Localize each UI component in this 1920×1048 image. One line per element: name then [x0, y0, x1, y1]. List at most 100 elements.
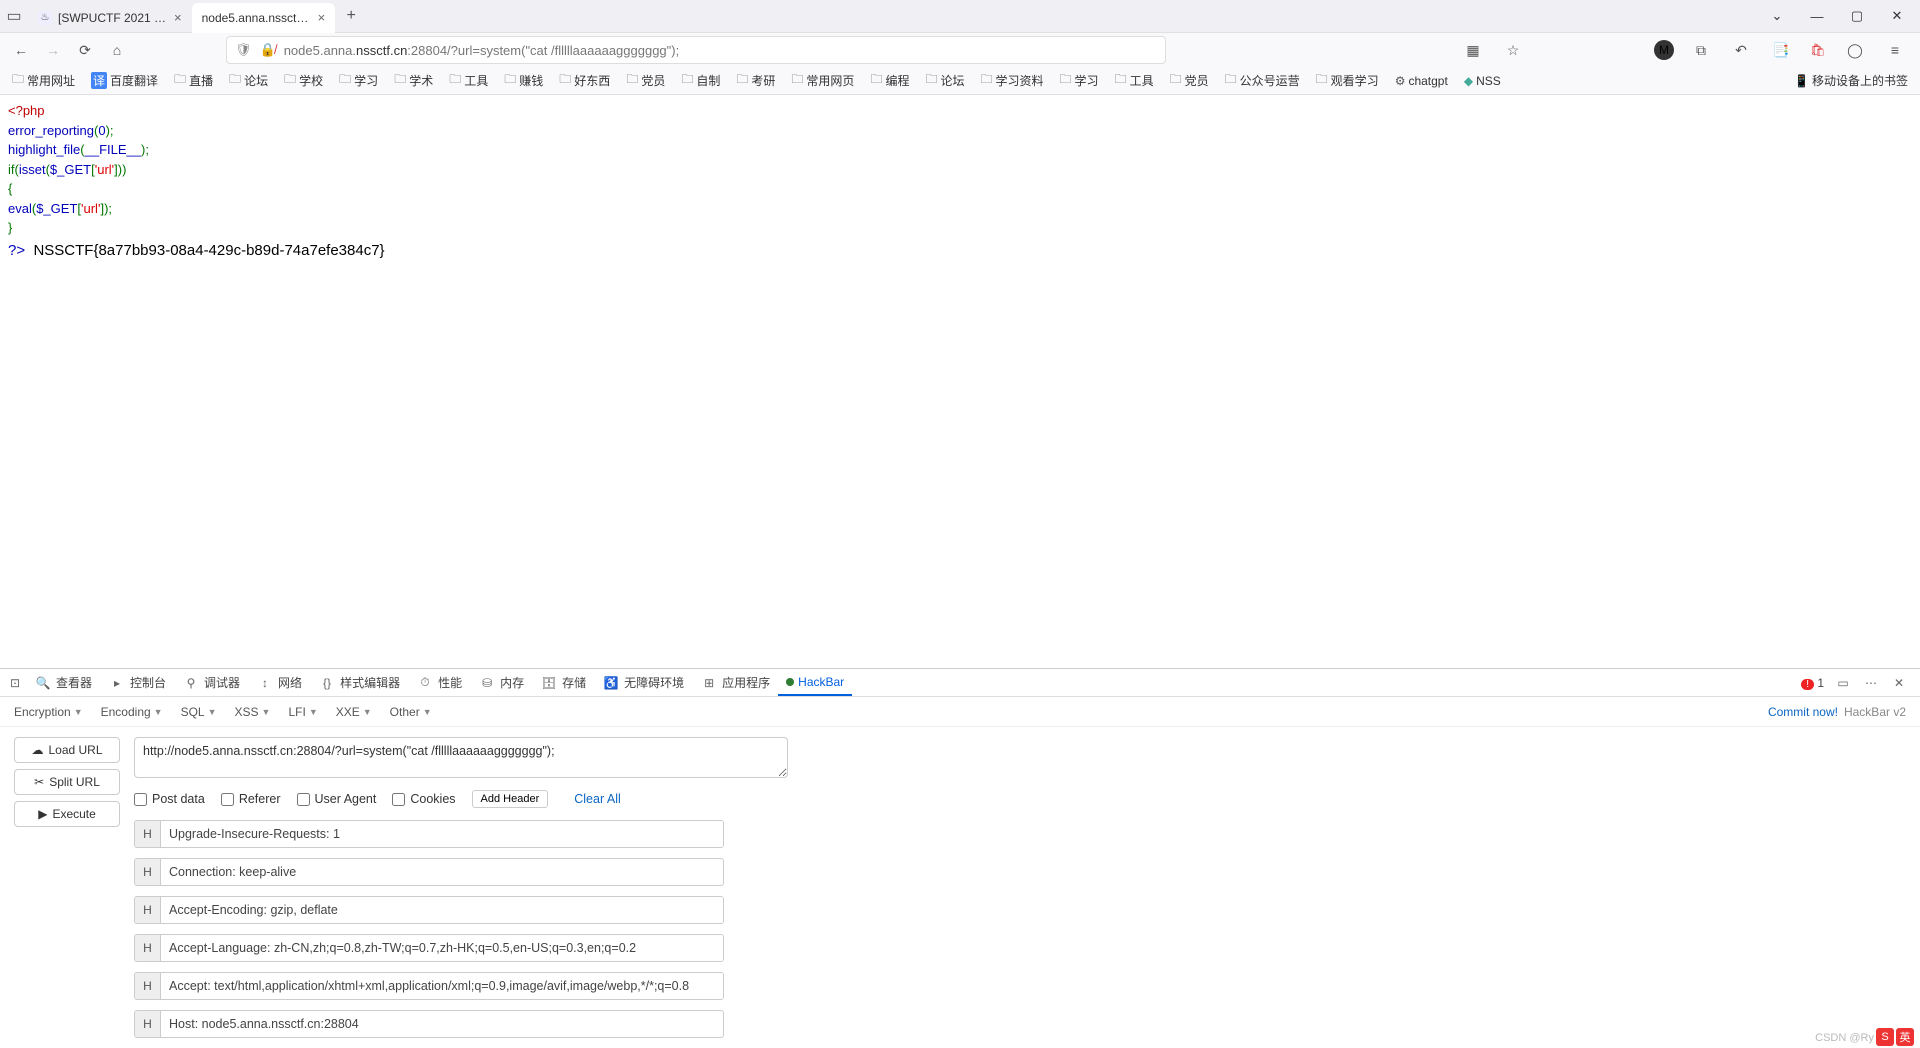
bookmark-item[interactable]: 🗀学习资料	[977, 68, 1048, 93]
folder-icon: 🗀	[626, 70, 638, 91]
ime-b[interactable]: 英	[1896, 1028, 1914, 1046]
bookmark-item[interactable]: 🗀党员	[1166, 68, 1213, 93]
undo-icon[interactable]: ↶	[1728, 37, 1754, 63]
new-tab-button[interactable]: +	[339, 7, 363, 25]
load-url-button[interactable]: ☁Load URL	[14, 737, 120, 763]
close-devtools-icon[interactable]: ✕	[1890, 676, 1908, 690]
responsive-icon[interactable]: ▭	[1834, 676, 1852, 690]
circle-icon[interactable]: ◯	[1842, 37, 1868, 63]
ext-bag-icon[interactable]: 🛍	[1808, 40, 1828, 60]
devtools-tab-无障碍环境[interactable]: ♿无障碍环境	[594, 669, 692, 696]
header-input[interactable]	[161, 1011, 723, 1037]
error-badge[interactable]: ! 1	[1801, 676, 1824, 690]
commit-link[interactable]: Commit now!	[1768, 705, 1838, 719]
clip-icon[interactable]: 📑	[1768, 37, 1794, 63]
header-input[interactable]	[161, 859, 723, 885]
inspect-icon[interactable]: ⊡	[6, 676, 24, 690]
header-input[interactable]	[161, 935, 723, 961]
bookmarks-right[interactable]: 📱 移动设备上的书签	[1790, 70, 1912, 91]
bookmark-item[interactable]: 🗀直播	[170, 68, 217, 93]
browser-tab-1[interactable]: node5.anna.nssctf.cn:28804/?url= ×	[192, 3, 336, 33]
close-icon[interactable]: ×	[318, 10, 326, 25]
bookmark-item[interactable]: 🗀好东西	[555, 68, 614, 93]
bookmark-star-icon[interactable]: ☆	[1500, 37, 1526, 63]
more-icon[interactable]: ⋯	[1862, 676, 1880, 690]
puzzle-icon[interactable]: ⧉	[1688, 37, 1714, 63]
hb-tool-xss[interactable]: XSS▼	[235, 705, 271, 719]
bookmark-item[interactable]: 🗀学术	[390, 68, 437, 93]
header-input[interactable]	[161, 973, 723, 999]
hb-tool-xxe[interactable]: XXE▼	[336, 705, 372, 719]
devtools-tab-调试器[interactable]: ⚲调试器	[174, 669, 248, 696]
bookmark-item[interactable]: ⚙chatgpt	[1391, 68, 1452, 93]
header-input[interactable]	[161, 897, 723, 923]
devtools-tab-样式编辑器[interactable]: {}样式编辑器	[310, 669, 408, 696]
bookmark-item[interactable]: 🗀论坛	[921, 68, 968, 93]
reload-button[interactable]: ⟳	[72, 37, 98, 63]
hb-tool-other[interactable]: Other▼	[390, 705, 432, 719]
devtools-tab-内存[interactable]: ⛁内存	[470, 669, 532, 696]
url-input[interactable]: http://node5.anna.nssctf.cn:28804/?url=s…	[134, 737, 788, 778]
hackbar-toolbar: Encryption▼ Encoding▼ SQL▼ XSS▼ LFI▼ XXE▼ Othe…	[0, 697, 1920, 727]
bookmark-item[interactable]: 🗀观看学习	[1312, 68, 1383, 93]
devtools-tab-控制台[interactable]: ▸控制台	[100, 669, 174, 696]
folder-icon: 🗀	[1316, 70, 1328, 91]
bookmark-item[interactable]: 🗀学习	[1056, 68, 1103, 93]
ext-m-icon[interactable]: M	[1654, 40, 1674, 60]
execute-button[interactable]: ▶Execute	[14, 801, 120, 827]
bookmark-item[interactable]: 🗀考研	[732, 68, 779, 93]
lock-icon[interactable]: 🔒̸	[260, 42, 276, 58]
devtools-tab-网络[interactable]: ↕网络	[248, 669, 310, 696]
checkbox[interactable]	[297, 793, 310, 806]
split-url-button[interactable]: ✂Split URL	[14, 769, 120, 795]
minimize-button[interactable]: ―	[1808, 9, 1826, 24]
devtools-tab-查看器[interactable]: 🔍查看器	[26, 669, 100, 696]
bookmark-item[interactable]: 🗀常用网址	[8, 68, 79, 93]
close-icon[interactable]: ×	[174, 10, 182, 25]
recent-tabs-icon[interactable]: ▭	[0, 0, 28, 33]
shield-icon[interactable]: 🛡	[235, 42, 252, 58]
check-referer[interactable]: Referer	[221, 792, 281, 806]
hb-tool-encryption[interactable]: Encryption▼	[14, 705, 83, 719]
checkbox[interactable]	[392, 793, 405, 806]
back-button[interactable]: ←	[8, 37, 34, 63]
maximize-button[interactable]: ▢	[1848, 8, 1866, 24]
chevron-down-icon[interactable]: ⌄	[1768, 8, 1786, 24]
browser-tab-0[interactable]: ♨ [SWPUCTF 2021 新生赛]easy! ×	[28, 3, 192, 33]
hb-tool-lfi[interactable]: LFI▼	[288, 705, 317, 719]
bookmark-item[interactable]: 🗀学校	[280, 68, 327, 93]
bookmark-item[interactable]: 🗀赚钱	[500, 68, 547, 93]
bookmark-item[interactable]: 🗀常用网页	[787, 68, 858, 93]
close-button[interactable]: ✕	[1888, 8, 1906, 24]
devtools-tab-HackBar[interactable]: HackBar	[778, 669, 852, 696]
devtools-tab-性能[interactable]: ⏱性能	[408, 669, 470, 696]
header-input[interactable]	[161, 821, 723, 847]
home-button[interactable]: ⌂	[104, 37, 130, 63]
bookmark-item[interactable]: 🗀工具	[1111, 68, 1158, 93]
bookmark-item[interactable]: 🗀编程	[866, 68, 913, 93]
check-user-agent[interactable]: User Agent	[297, 792, 377, 806]
bookmark-item[interactable]: 🗀公众号运营	[1221, 68, 1304, 93]
hb-tool-encoding[interactable]: Encoding▼	[101, 705, 163, 719]
bookmark-item[interactable]: 🗀党员	[622, 68, 669, 93]
url-bar[interactable]: 🛡 🔒̸ node5.anna.nssctf.cn:28804/?url=sys…	[226, 36, 1166, 64]
bookmark-item[interactable]: 🗀自制	[677, 68, 724, 93]
checkbox[interactable]	[134, 793, 147, 806]
bookmark-item[interactable]: 译百度翻译	[87, 68, 162, 93]
hb-tool-sql[interactable]: SQL▼	[181, 705, 217, 719]
devtools-tab-存储[interactable]: 🗄存储	[532, 669, 594, 696]
bookmark-item[interactable]: 🗀论坛	[225, 68, 272, 93]
checkbox[interactable]	[221, 793, 234, 806]
bookmark-item[interactable]: 🗀工具	[445, 68, 492, 93]
bookmark-item[interactable]: 🗀学习	[335, 68, 382, 93]
menu-icon[interactable]: ≡	[1882, 37, 1908, 63]
add-header-button[interactable]: Add Header	[472, 790, 549, 808]
watermark: CSDN @Ry	[1815, 1032, 1874, 1044]
qr-icon[interactable]: ▦	[1460, 37, 1486, 63]
ime-a[interactable]: S	[1876, 1028, 1894, 1046]
check-post-data[interactable]: Post data	[134, 792, 205, 806]
bookmark-item[interactable]: ◆NSS	[1460, 68, 1505, 93]
check-cookies[interactable]: Cookies	[392, 792, 455, 806]
clear-all-link[interactable]: Clear All	[574, 792, 621, 806]
devtools-tab-应用程序[interactable]: ⊞应用程序	[692, 669, 778, 696]
